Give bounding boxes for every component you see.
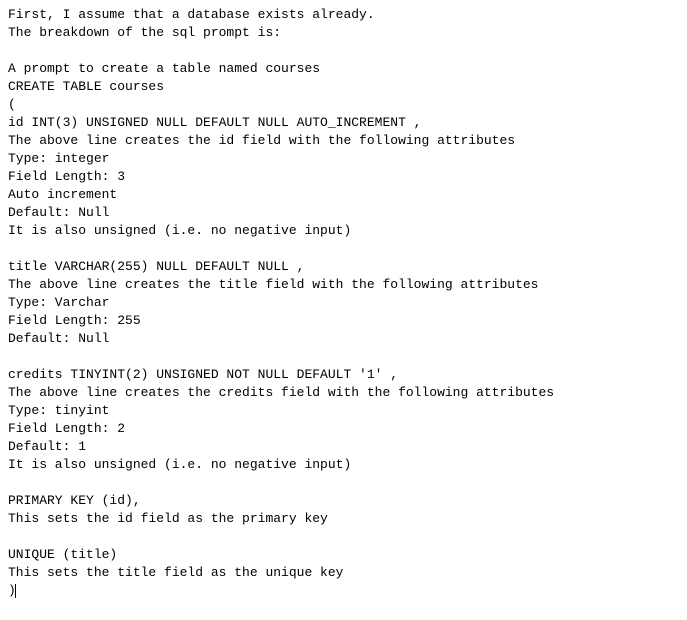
text-line: Default: 1 <box>8 438 679 456</box>
text-line: id INT(3) UNSIGNED NULL DEFAULT NULL AUT… <box>8 114 679 132</box>
text-line: The above line creates the title field w… <box>8 276 679 294</box>
text-line: This sets the id field as the primary ke… <box>8 510 679 528</box>
text-line: credits TINYINT(2) UNSIGNED NOT NULL DEF… <box>8 366 679 384</box>
text-line <box>8 474 679 492</box>
text-line: Auto increment <box>8 186 679 204</box>
text-line: Field Length: 255 <box>8 312 679 330</box>
text-cursor <box>15 584 16 598</box>
text-line: Type: Varchar <box>8 294 679 312</box>
text-line: A prompt to create a table named courses <box>8 60 679 78</box>
text-line: The above line creates the id field with… <box>8 132 679 150</box>
text-line: UNIQUE (title) <box>8 546 679 564</box>
text-line: Type: tinyint <box>8 402 679 420</box>
text-line: It is also unsigned (i.e. no negative in… <box>8 456 679 474</box>
text-line: CREATE TABLE courses <box>8 78 679 96</box>
text-line: The breakdown of the sql prompt is: <box>8 24 679 42</box>
text-line: Default: Null <box>8 330 679 348</box>
text-line: PRIMARY KEY (id), <box>8 492 679 510</box>
text-line: This sets the title field as the unique … <box>8 564 679 582</box>
text-line: Field Length: 2 <box>8 420 679 438</box>
text-line: ( <box>8 96 679 114</box>
document-body: First, I assume that a database exists a… <box>8 6 679 600</box>
text-line <box>8 348 679 366</box>
text-line <box>8 528 679 546</box>
text-line: Type: integer <box>8 150 679 168</box>
text-line: title VARCHAR(255) NULL DEFAULT NULL , <box>8 258 679 276</box>
text-line: ) <box>8 582 679 600</box>
text-line <box>8 42 679 60</box>
text-line: First, I assume that a database exists a… <box>8 6 679 24</box>
text-line: Field Length: 3 <box>8 168 679 186</box>
text-line: Default: Null <box>8 204 679 222</box>
text-line: The above line creates the credits field… <box>8 384 679 402</box>
text-line <box>8 240 679 258</box>
text-line: It is also unsigned (i.e. no negative in… <box>8 222 679 240</box>
